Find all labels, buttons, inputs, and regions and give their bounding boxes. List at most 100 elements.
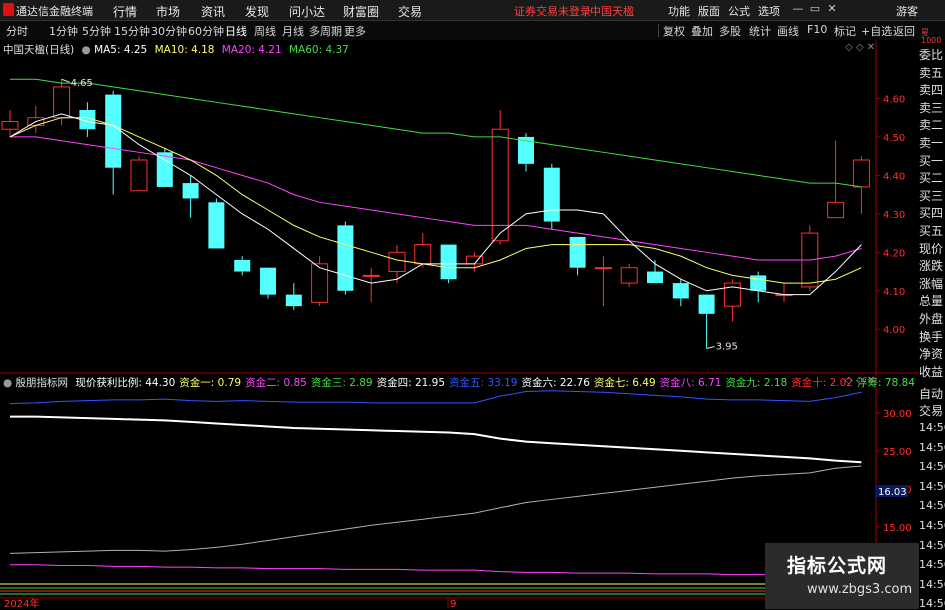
side-panel-time: 14:56 — [919, 460, 945, 474]
menu-item-faxian[interactable]: 发现 — [245, 3, 269, 20]
menu-item-caifuquan[interactable]: 财富圈 — [343, 3, 379, 20]
watermark-title: 指标公式网 — [787, 555, 888, 577]
indicator-value-item: 资金一: 0.79 — [179, 377, 242, 389]
price-tick-label: 4.30 — [883, 210, 905, 221]
ma20-value: MA20: 4.21 — [221, 44, 282, 56]
side-panel-item[interactable]: 买四 — [919, 204, 945, 221]
ma-settings-icon[interactable]: ● — [82, 44, 91, 56]
guest-user[interactable]: 游客 — [896, 3, 918, 19]
overlay-button[interactable]: 叠加 — [691, 23, 713, 39]
side-panel-item[interactable]: 净资 — [919, 345, 945, 362]
menu-item-gongneng[interactable]: 功能 — [668, 3, 690, 19]
side-panel-header: 星 1000 — [921, 28, 942, 45]
period-5min[interactable]: 5分钟 — [82, 23, 111, 39]
side-panel-item[interactable]: 卖四 — [919, 81, 945, 98]
kline-chart-area[interactable]: 4.60 4.50 4.40 4.30 4.20 4.10 4.00 30.00 25.00 2… — [0, 40, 919, 609]
candle-body — [285, 294, 302, 307]
period-daily[interactable]: 日线 — [225, 23, 247, 39]
menu-item-wenxiaoda[interactable]: 问小达 — [289, 3, 325, 20]
current-stock-name: 中国天楹 — [590, 5, 634, 18]
price-tick-label: 4.40 — [883, 171, 905, 182]
indicator-settings-icon[interactable]: ● — [3, 377, 12, 389]
side-panel-item[interactable]: 涨跌 — [919, 257, 945, 274]
candle-body — [156, 152, 173, 187]
period-weekly[interactable]: 周线 — [254, 23, 276, 39]
candle-body — [620, 267, 638, 284]
price-tick-label: 4.10 — [883, 287, 905, 298]
side-panel-item[interactable]: 委比 — [919, 46, 945, 63]
close-icon[interactable]: ✕ — [825, 2, 839, 16]
side-panel-item[interactable]: 现价 — [919, 240, 945, 257]
side-panel-time: 14:56 — [919, 499, 945, 513]
indicator-value-item: 资金八: 6.71 — [659, 377, 722, 389]
menu-item-zixun[interactable]: 资讯 — [201, 3, 225, 20]
side-panel-item[interactable]: 收益 — [919, 363, 945, 380]
period-more[interactable]: 更多 — [344, 23, 366, 39]
side-panel-item[interactable]: 外盘 — [919, 310, 945, 327]
side-panel-item[interactable]: 买五 — [919, 222, 945, 239]
back-button[interactable]: 返回 — [893, 23, 915, 39]
side-panel-item[interactable]: 买二 — [919, 169, 945, 186]
menu-item-jiaoyi[interactable]: 交易 — [398, 3, 422, 20]
indicator-title[interactable]: 殷朋指标网 — [16, 377, 69, 389]
f10-button[interactable]: F10 — [807, 23, 827, 36]
multi-stock-button[interactable]: 多股 — [719, 23, 741, 39]
candle-body — [647, 271, 663, 284]
trade-login-status[interactable]: 证券交易未登录 — [514, 3, 591, 19]
candle-body — [208, 202, 225, 249]
period-1min[interactable]: 1分钟 — [49, 23, 78, 39]
fuquan-button[interactable]: 复权 — [663, 23, 685, 39]
menu-item-gongshi[interactable]: 公式 — [728, 3, 750, 19]
menu-item-shichang[interactable]: 市场 — [156, 3, 180, 20]
candle-body — [569, 236, 586, 268]
side-panel-item[interactable]: 买一 — [919, 152, 945, 169]
draw-line-button[interactable]: 画线 — [777, 23, 799, 39]
price-tick-label: 4.20 — [883, 248, 905, 259]
menu-item-banmian[interactable]: 版面 — [698, 3, 720, 19]
app-title: 通达信金融终端 — [16, 5, 93, 18]
side-panel-item[interactable]: 换手 — [919, 328, 945, 345]
mark-button[interactable]: 标记 — [834, 23, 856, 39]
main-chart-title-row: 中国天楹(日线) ● MA5: 4.25 MA10: 4.18 MA20: 4.… — [3, 42, 349, 57]
statistics-button[interactable]: 统计 — [749, 23, 771, 39]
period-60min[interactable]: 60分钟 — [188, 23, 224, 39]
side-panel-item[interactable]: 买三 — [919, 187, 945, 204]
maximize-icon[interactable]: ▭ — [808, 2, 822, 16]
period-30min[interactable]: 30分钟 — [151, 23, 187, 39]
menu-item-hangqing[interactable]: 行情 — [113, 3, 137, 20]
candle-body — [594, 267, 612, 270]
ma10-value: MA10: 4.18 — [154, 44, 215, 56]
chart-diamond-icons[interactable]: ◇ ◇ ✕ — [845, 42, 875, 53]
period-fenshi[interactable]: 分时 — [6, 23, 28, 39]
side-panel-item[interactable]: 卖二 — [919, 116, 945, 133]
side-panel-item[interactable]: 总量 — [919, 292, 945, 309]
indicator-value-item: 资金六: 22.76 — [521, 377, 590, 389]
side-panel-trade-item[interactable]: 交易 — [919, 402, 945, 419]
low-price-label: 3.95 — [716, 341, 738, 352]
watermark-url: www.zbgs3.com — [807, 582, 913, 597]
side-panel-time: 14:56 — [919, 421, 945, 434]
side-panel-item[interactable]: 卖一 — [919, 134, 945, 151]
side-panel-time: 14:56 — [919, 440, 945, 454]
side-panel-item[interactable]: 卖五 — [919, 64, 945, 81]
period-multi[interactable]: 多周期 — [309, 23, 342, 39]
side-panel-item[interactable]: 涨幅 — [919, 275, 945, 292]
menu-item-xuanxiang[interactable]: 选项 — [758, 3, 780, 19]
toolbar-divider — [658, 24, 659, 37]
side-panel-time: 14:56 — [919, 577, 945, 591]
side-panel-item[interactable]: 卖三 — [919, 99, 945, 116]
indicator-value-item: 资金二: 0.85 — [245, 377, 307, 389]
candle-body — [260, 267, 276, 295]
indicator-diamond-icons[interactable]: ◇ ◇ ✕ — [845, 375, 875, 386]
minimize-icon[interactable]: — — [791, 2, 805, 16]
indicator-values: 现价获利比例: 44.30 资金一: 0.79 资金二: 0.85 资金三: 2.89… — [71, 377, 915, 389]
indicator-value-item: 资金七: 6.49 — [593, 377, 656, 389]
main-chart-title[interactable]: 中国天楹(日线) — [3, 44, 74, 56]
candle-body — [491, 128, 509, 242]
period-15min[interactable]: 15分钟 — [114, 23, 150, 39]
indicator-value-item: 资金九: 2.18 — [725, 377, 788, 389]
period-monthly[interactable]: 月线 — [282, 23, 304, 39]
add-watchlist-button[interactable]: +自选 — [861, 23, 892, 39]
candle-body — [543, 167, 560, 222]
side-panel-trade-item[interactable]: 自动 — [919, 385, 945, 402]
